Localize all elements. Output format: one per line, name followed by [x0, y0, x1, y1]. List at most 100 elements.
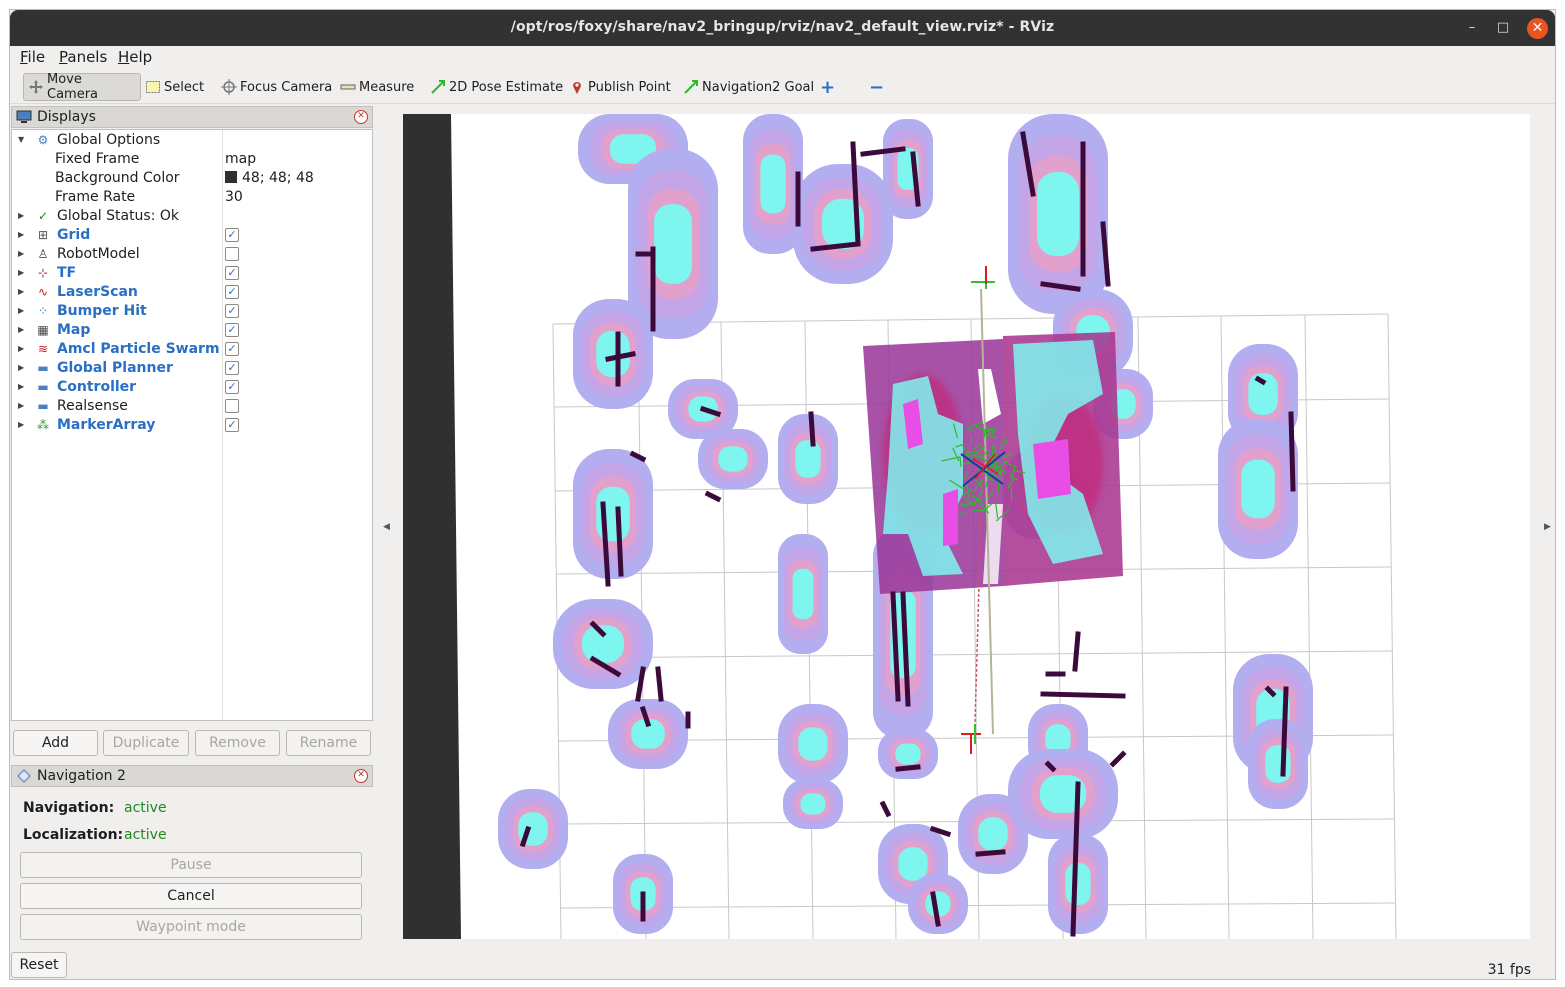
- expand-right-icon[interactable]: ▶: [18, 306, 26, 316]
- display-enable-checkbox[interactable]: ✓: [225, 304, 239, 318]
- fixed-frame-value[interactable]: map: [225, 151, 256, 167]
- maximize-icon[interactable]: □: [1493, 18, 1513, 38]
- close-icon[interactable]: ✕: [1527, 18, 1548, 39]
- focus-camera-label: Focus Camera: [240, 79, 333, 95]
- display-enable-checkbox[interactable]: [225, 399, 239, 413]
- display-item-grid[interactable]: ▶ ⊞ Grid ✓: [12, 226, 372, 245]
- checkmark-icon: ✓: [37, 209, 49, 223]
- display-item-map[interactable]: ▶ ▦ Map ✓: [12, 321, 372, 340]
- display-item-laserscan[interactable]: ▶ ∿ LaserScan ✓: [12, 283, 372, 302]
- expand-right-icon[interactable]: ▶: [18, 325, 26, 335]
- move-camera-tool[interactable]: Move Camera: [23, 72, 141, 102]
- display-item-robotmodel[interactable]: ▶ ♙ RobotModel: [12, 245, 372, 264]
- remove-display-button[interactable]: Remove: [195, 730, 280, 756]
- displays-close-icon[interactable]: ✕: [354, 110, 368, 124]
- duplicate-display-button[interactable]: Duplicate: [103, 730, 189, 756]
- green-arrow-icon: [430, 79, 446, 95]
- menu-file[interactable]: File: [20, 48, 45, 66]
- localization-status-value: active: [124, 827, 167, 843]
- display-enable-checkbox[interactable]: ✓: [225, 342, 239, 356]
- map-scene: [403, 114, 1397, 939]
- expand-right-icon[interactable]: ▶: [18, 401, 26, 411]
- background-void: [403, 114, 461, 939]
- minimize-icon[interactable]: –: [1462, 18, 1482, 38]
- publish-point-tool[interactable]: Publish Point: [565, 73, 675, 101]
- display-item-global-planner[interactable]: ▶ ▬ Global Planner ✓: [12, 359, 372, 378]
- expand-right-icon[interactable]: ▶: [18, 344, 26, 354]
- tree-row-background-color[interactable]: Background Color 48; 48; 48: [12, 169, 372, 188]
- display-item-label: Map: [57, 322, 91, 338]
- menu-panels[interactable]: Panels: [59, 48, 107, 66]
- measure-tool[interactable]: Measure: [336, 73, 418, 101]
- display-item-controller[interactable]: ▶ ▬ Controller ✓: [12, 378, 372, 397]
- display-item-label: Realsense: [57, 398, 128, 414]
- add-display-button[interactable]: Add: [13, 730, 98, 756]
- display-enable-checkbox[interactable]: ✓: [225, 323, 239, 337]
- display-item-label: MarkerArray: [57, 417, 156, 433]
- fixed-frame-label: Fixed Frame: [55, 151, 140, 167]
- grid-icon: ⊞: [37, 228, 49, 242]
- expand-right-icon[interactable]: ▶: [18, 287, 26, 297]
- display-item-realsense[interactable]: ▶ ▬ Realsense: [12, 397, 372, 416]
- folder-icon: ▬: [37, 380, 49, 394]
- axes-icon: ⊹: [37, 266, 49, 280]
- tree-row-frame-rate[interactable]: Frame Rate 30: [12, 188, 372, 207]
- expand-right-icon[interactable]: ▶: [18, 382, 26, 392]
- display-item-bumper-hit[interactable]: ▶ ⁘ Bumper Hit ✓: [12, 302, 372, 321]
- reset-button[interactable]: Reset: [11, 952, 67, 978]
- add-tool-button[interactable]: +: [816, 73, 839, 101]
- fps-counter: 31 fps: [1487, 962, 1531, 978]
- nav-goal-tool[interactable]: Navigation2 Goal: [679, 73, 818, 101]
- expand-right-icon[interactable]: ▶: [18, 363, 26, 373]
- display-enable-checkbox[interactable]: ✓: [225, 380, 239, 394]
- display-item-label: RobotModel: [57, 246, 140, 262]
- tree-row-global-status[interactable]: ▶ ✓ Global Status: Ok: [12, 207, 372, 226]
- display-item-amcl-particle-swarm[interactable]: ▶ ≋ Amcl Particle Swarm ✓: [12, 340, 372, 359]
- background-color-text: 48; 48; 48: [242, 170, 314, 186]
- cancel-button[interactable]: Cancel: [20, 883, 362, 909]
- pose-estimate-label: 2D Pose Estimate: [449, 79, 564, 95]
- green-arrow-icon: [683, 79, 699, 95]
- pose-estimate-tool[interactable]: 2D Pose Estimate: [426, 73, 567, 101]
- expand-down-icon[interactable]: ▼: [18, 135, 26, 145]
- display-item-markerarray[interactable]: ▶ ⁂ MarkerArray ✓: [12, 416, 372, 435]
- title-bar[interactable]: /opt/ros/foxy/share/nav2_bringup/rviz/na…: [10, 10, 1555, 46]
- expand-right-icon[interactable]: ▶: [18, 211, 26, 221]
- monitor-icon: [16, 110, 32, 124]
- display-item-label: Grid: [57, 227, 91, 243]
- frame-rate-value[interactable]: 30: [225, 189, 243, 205]
- background-color-value[interactable]: 48; 48; 48: [225, 170, 314, 186]
- display-item-tf[interactable]: ▶ ⊹ TF ✓: [12, 264, 372, 283]
- remove-tool-button[interactable]: −: [865, 73, 888, 101]
- waypoint-mode-button[interactable]: Waypoint mode: [20, 914, 362, 940]
- tree-row-global-options[interactable]: ▼ ⚙ Global Options: [12, 131, 372, 150]
- display-item-label: LaserScan: [57, 284, 138, 300]
- render-view[interactable]: [403, 114, 1530, 939]
- expand-right-icon[interactable]: ▶: [18, 420, 26, 430]
- collapse-right-icon[interactable]: ▶: [1544, 522, 1551, 532]
- focus-camera-tool[interactable]: Focus Camera: [217, 73, 336, 101]
- display-enable-checkbox[interactable]: ✓: [225, 285, 239, 299]
- display-enable-checkbox[interactable]: [225, 247, 239, 261]
- display-enable-checkbox[interactable]: ✓: [225, 228, 239, 242]
- tree-row-fixed-frame[interactable]: Fixed Frame map: [12, 150, 372, 169]
- navigation-title: Navigation 2: [37, 768, 126, 784]
- color-swatch: [225, 171, 237, 183]
- background-color-label: Background Color: [55, 170, 180, 186]
- display-enable-checkbox[interactable]: ✓: [225, 361, 239, 375]
- select-tool[interactable]: Select: [141, 73, 208, 101]
- navigation-close-icon[interactable]: ✕: [354, 769, 368, 783]
- expand-right-icon[interactable]: ▶: [18, 230, 26, 240]
- menu-help[interactable]: Help: [118, 48, 152, 66]
- display-item-label: Bumper Hit: [57, 303, 147, 319]
- display-enable-checkbox[interactable]: ✓: [225, 266, 239, 280]
- tool-bar: Move Camera Select Focus Camera Measure …: [10, 70, 1555, 104]
- pause-button[interactable]: Pause: [20, 852, 362, 878]
- map-icon: ▦: [37, 323, 49, 337]
- expand-right-icon[interactable]: ▶: [18, 249, 26, 259]
- expand-right-icon[interactable]: ▶: [18, 268, 26, 278]
- measure-label: Measure: [359, 79, 415, 95]
- display-enable-checkbox[interactable]: ✓: [225, 418, 239, 432]
- rename-display-button[interactable]: Rename: [286, 730, 371, 756]
- collapse-left-icon[interactable]: ◀: [383, 522, 390, 532]
